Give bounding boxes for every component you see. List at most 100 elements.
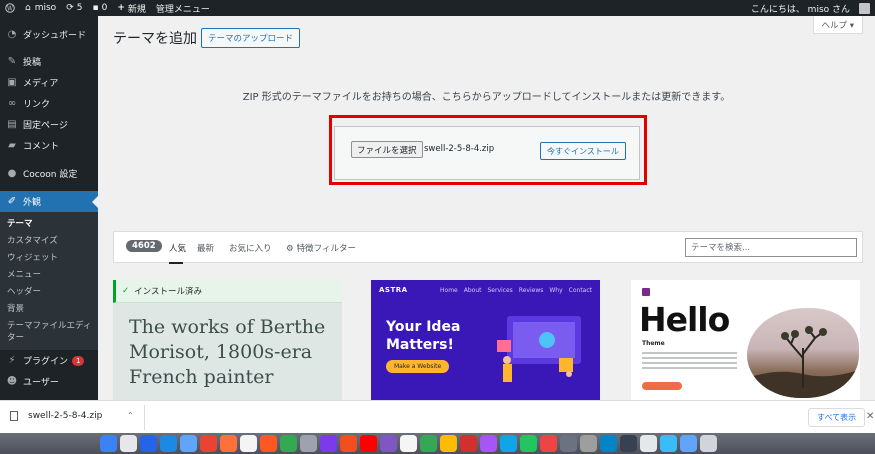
astra-headline-line: Matters! xyxy=(386,337,454,353)
dock-app-icon[interactable] xyxy=(480,435,497,452)
dock-app-icon[interactable] xyxy=(360,435,377,452)
comments-count: 0 xyxy=(101,3,108,13)
dock-app-icon[interactable] xyxy=(100,435,117,452)
dock-app-icon[interactable] xyxy=(640,435,657,452)
sidebar-item-label: コメント xyxy=(23,142,60,152)
sidebar-item-pages[interactable]: ▤ 固定ページ xyxy=(0,114,98,135)
install-now-button[interactable]: 今すぐインストール xyxy=(540,142,626,160)
sidebar-item-label: 外観 xyxy=(23,198,42,208)
submenu-item-header[interactable]: ヘッダー xyxy=(0,284,98,301)
dock-app-icon[interactable] xyxy=(700,435,717,452)
page-title: テーマを追加 xyxy=(113,31,197,47)
hello-desert-photo xyxy=(747,308,859,398)
dock-app-icon[interactable] xyxy=(420,435,437,452)
theme-card-hello[interactable]: Hello Theme xyxy=(631,280,860,400)
dock-app-icon[interactable] xyxy=(540,435,557,452)
astra-nav-item: Reviews xyxy=(518,286,544,294)
tab-favorites[interactable]: お気に入り xyxy=(229,242,272,254)
dock-app-icon[interactable] xyxy=(120,435,137,452)
choose-file-button[interactable]: ファイルを選択 xyxy=(351,141,423,158)
sidebar-item-posts[interactable]: ✎ 投稿 xyxy=(0,51,98,72)
admin-menu-label: 管理メニュー xyxy=(155,4,210,15)
avatar[interactable] xyxy=(859,2,870,14)
show-all-downloads-button[interactable]: すべて表示 xyxy=(808,408,866,427)
feature-filter-button[interactable]: ⚙ 特徴フィルター xyxy=(286,242,356,254)
submenu-item-menus[interactable]: メニュー xyxy=(0,267,98,284)
sidebar-item-label: 投稿 xyxy=(23,58,42,68)
site-name-label: miso xyxy=(34,3,57,13)
theme-preview-text: The works of Berthe Morisot, 1800s-era F… xyxy=(129,316,326,388)
dock-app-icon[interactable] xyxy=(220,435,237,452)
feature-filter-label: 特徴フィルター xyxy=(296,244,356,254)
gear-icon: ⚙ xyxy=(286,244,294,254)
dock-app-icon[interactable] xyxy=(320,435,337,452)
dock-app-icon[interactable] xyxy=(560,435,577,452)
theme-search-input[interactable] xyxy=(685,238,857,257)
dock-app-icon[interactable] xyxy=(240,435,257,452)
dock-app-icon[interactable] xyxy=(280,435,297,452)
dock-app-icon[interactable] xyxy=(300,435,317,452)
submenu-item-widgets[interactable]: ウィジェット xyxy=(0,250,98,267)
tab-popular[interactable]: 人気 xyxy=(169,242,186,254)
dock-app-icon[interactable] xyxy=(340,435,357,452)
submenu-item-theme-file-editor[interactable]: テーマファイルエディター xyxy=(0,318,98,346)
download-item[interactable]: swell-2-5-8-4.zip xyxy=(10,411,102,421)
sidebar-item-users[interactable]: ☻ ユーザー xyxy=(0,371,98,392)
updates-link[interactable]: ⟳ 5 xyxy=(61,0,87,16)
cocoon-icon: ● xyxy=(7,168,17,179)
dock-app-icon[interactable] xyxy=(260,435,277,452)
dock-app-icon[interactable] xyxy=(400,435,417,452)
sidebar-item-cocoon-settings[interactable]: ● Cocoon 設定 xyxy=(0,163,98,184)
submenu-item-background[interactable]: 背景 xyxy=(0,301,98,318)
updates-count: 5 xyxy=(76,3,83,13)
dock-app-icon[interactable] xyxy=(440,435,457,452)
sidebar-item-dashboard[interactable]: ◔ ダッシュボード xyxy=(0,24,98,45)
astra-nav-item: Home xyxy=(440,286,458,294)
dock-app-icon[interactable] xyxy=(140,435,157,452)
wordpress-logo-icon[interactable]: W xyxy=(0,0,20,16)
dock-app-icon[interactable] xyxy=(460,435,477,452)
tab-latest[interactable]: 最新 xyxy=(197,242,214,254)
theme-card-astra[interactable]: ASTRA Home About Services Reviews Why Co… xyxy=(371,280,600,400)
dock-app-icon[interactable] xyxy=(680,435,697,452)
dock-app-icon[interactable] xyxy=(600,435,617,452)
sidebar-item-links[interactable]: ∞ リンク xyxy=(0,93,98,114)
upload-theme-button[interactable]: テーマのアップロード xyxy=(201,28,301,48)
sidebar-item-media[interactable]: ▣ メディア xyxy=(0,72,98,93)
svg-text:W: W xyxy=(7,5,14,12)
dock-app-icon[interactable] xyxy=(580,435,597,452)
dock-app-icon[interactable] xyxy=(500,435,517,452)
dock-app-icon[interactable] xyxy=(200,435,217,452)
admin-menu-link[interactable]: 管理メニュー xyxy=(151,0,215,16)
comments-link[interactable]: ▪ 0 xyxy=(87,0,112,16)
sidebar-item-appearance[interactable]: ✐ 外観 xyxy=(0,191,98,212)
refresh-icon: ⟳ xyxy=(66,3,74,13)
submenu-item-customize[interactable]: カスタマイズ xyxy=(0,233,98,250)
sidebar-item-comments[interactable]: ▰ コメント xyxy=(0,135,98,156)
astra-nav-item: About xyxy=(463,286,482,294)
new-content-link[interactable]: + 新規 xyxy=(112,0,151,16)
dock-app-icon[interactable] xyxy=(620,435,637,452)
dock-app-icon[interactable] xyxy=(160,435,177,452)
submenu-item-themes[interactable]: テーマ xyxy=(0,216,98,233)
astra-nav-item: Contact xyxy=(568,286,592,294)
astra-header: ASTRA Home About Services Reviews Why Co… xyxy=(371,280,600,300)
sidebar-item-label: Cocoon 設定 xyxy=(23,170,78,180)
dock-app-icon[interactable] xyxy=(180,435,197,452)
hello-headline: Hello xyxy=(639,300,730,339)
hello-subtitle: Theme xyxy=(642,340,665,347)
chevron-up-icon[interactable]: ⌃ xyxy=(127,411,134,420)
account-greeting[interactable]: こんにちは、 miso さん xyxy=(746,0,855,16)
help-tab-button[interactable]: ヘルプ ▾ xyxy=(812,16,863,34)
hello-body-lines xyxy=(642,352,737,372)
dock-app-icon[interactable] xyxy=(660,435,677,452)
dock-app-icon[interactable] xyxy=(520,435,537,452)
download-bar: swell-2-5-8-4.zip ⌃ すべて表示 ✕ xyxy=(0,400,875,433)
astra-headline: Your Idea Matters! xyxy=(386,318,460,354)
close-icon[interactable]: ✕ xyxy=(866,411,874,422)
dock-app-icon[interactable] xyxy=(380,435,397,452)
active-tab-underline xyxy=(169,262,183,264)
site-name-link[interactable]: ⌂ miso xyxy=(20,0,61,16)
sidebar-item-plugins[interactable]: ⚡ プラグイン 1 xyxy=(0,350,98,371)
theme-card-installed[interactable]: ✓ インストール済み The works of Berthe Morisot, … xyxy=(113,280,342,400)
